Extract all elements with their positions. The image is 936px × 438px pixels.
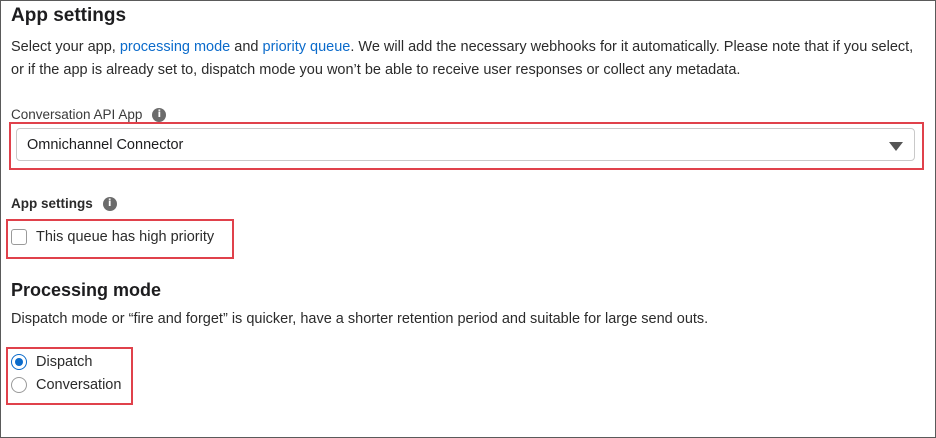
priority-queue-link[interactable]: priority queue bbox=[263, 39, 351, 55]
settings-panel: App settings Select your app, processing… bbox=[0, 0, 936, 438]
conversation-api-app-label-row: Conversation API App i bbox=[11, 107, 167, 122]
conversation-api-app-select[interactable]: Omnichannel Connector bbox=[16, 128, 915, 161]
processing-mode-link[interactable]: processing mode bbox=[120, 39, 230, 55]
conversation-api-app-label: Conversation API App bbox=[11, 107, 143, 122]
info-icon[interactable]: i bbox=[102, 196, 117, 211]
app-settings-description: Select your app, processing mode and pri… bbox=[11, 36, 921, 82]
radio-dispatch-button[interactable] bbox=[11, 354, 27, 370]
processing-mode-heading: Processing mode bbox=[11, 280, 162, 300]
description-prefix: Select your app, bbox=[11, 39, 120, 55]
radio-dispatch-label: Dispatch bbox=[36, 354, 93, 370]
app-settings-field-label-row: App settings i bbox=[11, 196, 117, 211]
processing-mode-description: Dispatch mode or “fire and forget” is qu… bbox=[11, 311, 709, 327]
high-priority-checkbox[interactable] bbox=[11, 229, 27, 245]
high-priority-checkbox-label: This queue has high priority bbox=[36, 229, 215, 245]
radio-conversation[interactable]: Conversation bbox=[11, 377, 121, 393]
select-value: Omnichannel Connector bbox=[27, 136, 184, 153]
radio-conversation-button[interactable] bbox=[11, 377, 27, 393]
high-priority-checkbox-row[interactable]: This queue has high priority bbox=[11, 229, 214, 245]
app-settings-field-label: App settings bbox=[11, 196, 93, 211]
info-icon[interactable]: i bbox=[152, 107, 167, 122]
radio-conversation-label: Conversation bbox=[36, 377, 122, 393]
app-settings-heading: App settings bbox=[11, 5, 127, 26]
radio-dispatch[interactable]: Dispatch bbox=[11, 354, 92, 370]
caret-down-icon[interactable] bbox=[889, 142, 903, 151]
description-and: and bbox=[230, 39, 263, 55]
